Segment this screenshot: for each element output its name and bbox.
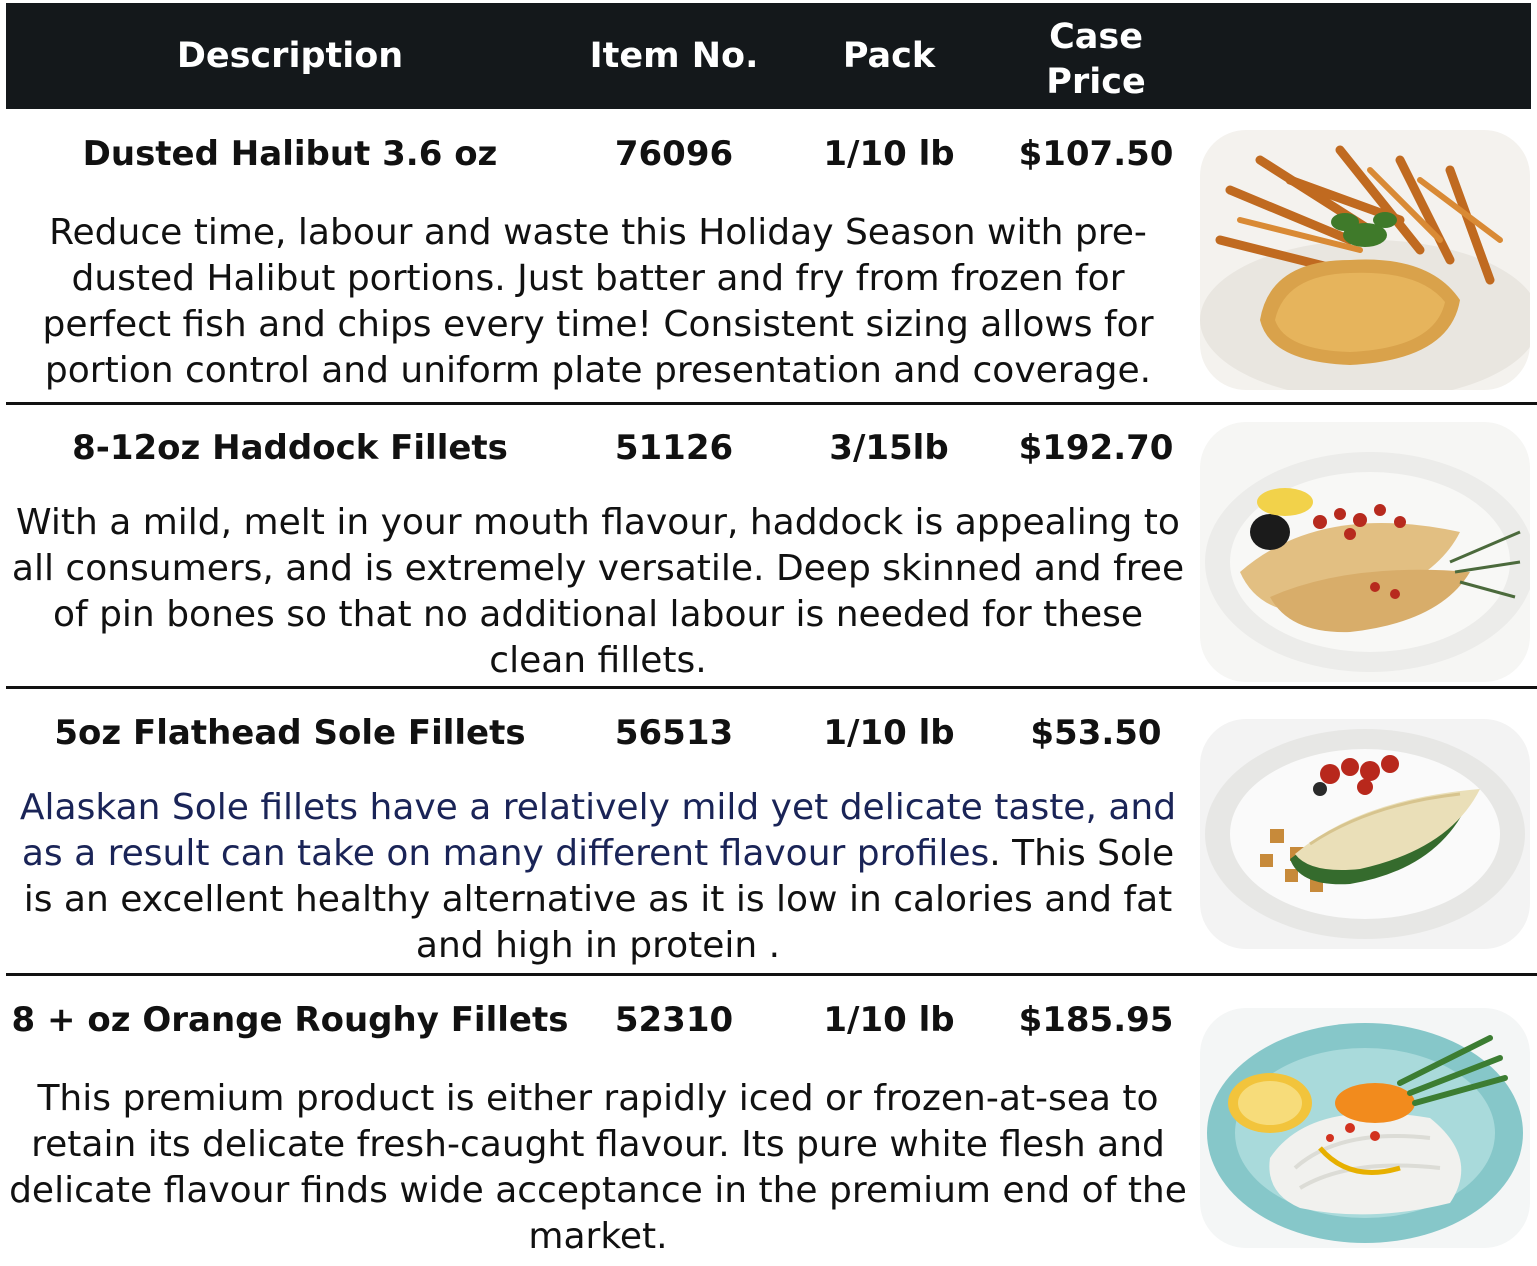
product-row: 8-12oz Haddock Fillets 51126 3/15lb $192…: [0, 418, 1537, 688]
product-price: $107.50: [1018, 134, 1174, 174]
product-pack: 1/10 lb: [823, 713, 955, 753]
product-pack: 3/15lb: [829, 428, 949, 468]
product-name: Dusted Halibut 3.6 oz: [82, 134, 498, 174]
product-item-no: 76096: [614, 134, 734, 174]
row-divider: [6, 402, 1537, 405]
product-row: 8 + oz Orange Roughy Fillets 52310 1/10 …: [0, 990, 1537, 1266]
product-name: 5oz Flathead Sole Fillets: [54, 713, 526, 753]
product-description: With a mild, melt in your mouth flavour,…: [11, 502, 1185, 681]
header-description: Description: [176, 36, 404, 76]
product-row: Dusted Halibut 3.6 oz 76096 1/10 lb $107…: [0, 124, 1537, 404]
product-description: This premium product is either rapidly i…: [9, 1078, 1187, 1257]
header-case-price-line2: Price: [1046, 62, 1146, 102]
product-description: Reduce time, labour and waste this Holid…: [42, 212, 1154, 391]
product-item-no: 56513: [614, 713, 734, 753]
product-pack: 1/10 lb: [823, 134, 955, 174]
table-header: Description Item No. Pack Case Price: [6, 3, 1531, 109]
haddock-plate-photo: [1200, 422, 1530, 682]
product-item-no: 52310: [614, 1000, 734, 1040]
product-summary: 5oz Flathead Sole Fillets 56513 1/10 lb …: [0, 703, 1190, 763]
product-name: 8 + oz Orange Roughy Fillets: [11, 1000, 569, 1040]
product-row: 5oz Flathead Sole Fillets 56513 1/10 lb …: [0, 703, 1537, 973]
product-summary: 8-12oz Haddock Fillets 51126 3/15lb $192…: [0, 418, 1190, 478]
product-summary: Dusted Halibut 3.6 oz 76096 1/10 lb $107…: [0, 124, 1190, 184]
header-pack: Pack: [842, 36, 936, 76]
orange-roughy-plate-photo: [1200, 1008, 1530, 1248]
product-item-no: 51126: [614, 428, 734, 468]
product-price: $185.95: [1018, 1000, 1174, 1040]
product-summary: 8 + oz Orange Roughy Fillets 52310 1/10 …: [0, 990, 1190, 1050]
header-item-no: Item No.: [589, 36, 759, 76]
product-price: $192.70: [1018, 428, 1174, 468]
header-case-price: Case Price: [1002, 15, 1190, 105]
product-name: 8-12oz Haddock Fillets: [72, 428, 508, 468]
product-pack: 1/10 lb: [823, 1000, 955, 1040]
row-divider: [6, 686, 1537, 689]
fish-and-chips-photo: [1200, 130, 1530, 390]
row-divider: [6, 973, 1537, 976]
product-price: $53.50: [1030, 713, 1162, 753]
sole-plate-photo: [1200, 719, 1530, 949]
product-description: Alaskan Sole fillets have a relatively m…: [8, 785, 1188, 969]
header-case-price-line1: Case: [1049, 17, 1143, 57]
